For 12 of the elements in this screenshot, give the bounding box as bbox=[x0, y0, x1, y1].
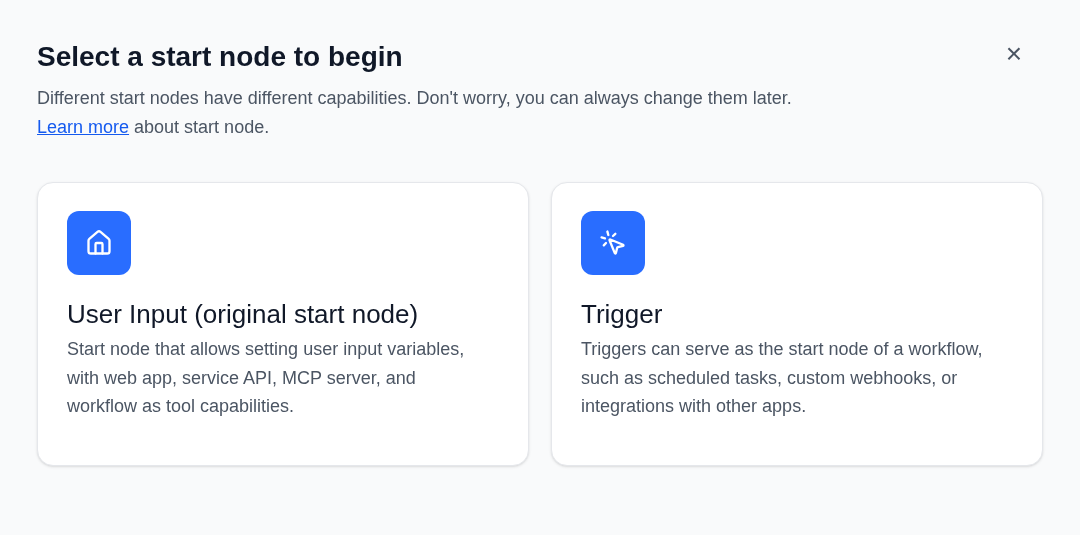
close-button[interactable]: × bbox=[1001, 40, 1026, 68]
option-card[interactable]: User Input (original start node) Start node that allows setting user input variables, with web app, service API, MCP server, and workflow as tool capabilities. bbox=[37, 182, 529, 466]
dialog-title: Select a start node to begin bbox=[37, 40, 403, 74]
option-card[interactable]: Trigger Triggers can serve as the start node of a workflow, such as scheduled tasks, custom webhooks, or integrations with other apps. bbox=[551, 182, 1043, 466]
option-description: Start node that allows setting user input variables, with web app, service API, MCP server, and workflow as tool capabilities. bbox=[67, 338, 466, 418]
option-title: User Input (original start node) bbox=[67, 298, 420, 331]
option-description: Triggers can serve as the start node of a workflow, such as scheduled tasks, custom webhooks, or integrations with other apps. bbox=[581, 338, 984, 418]
pointer-click-icon bbox=[599, 229, 627, 257]
dialog-description: Different start nodes have different capabilities. Don't worry, you can always change them later. Learn more about start node. bbox=[37, 87, 793, 139]
learn-more-link[interactable]: Learn more bbox=[37, 117, 130, 137]
option-title: Trigger bbox=[581, 298, 664, 331]
house-icon bbox=[85, 229, 113, 257]
